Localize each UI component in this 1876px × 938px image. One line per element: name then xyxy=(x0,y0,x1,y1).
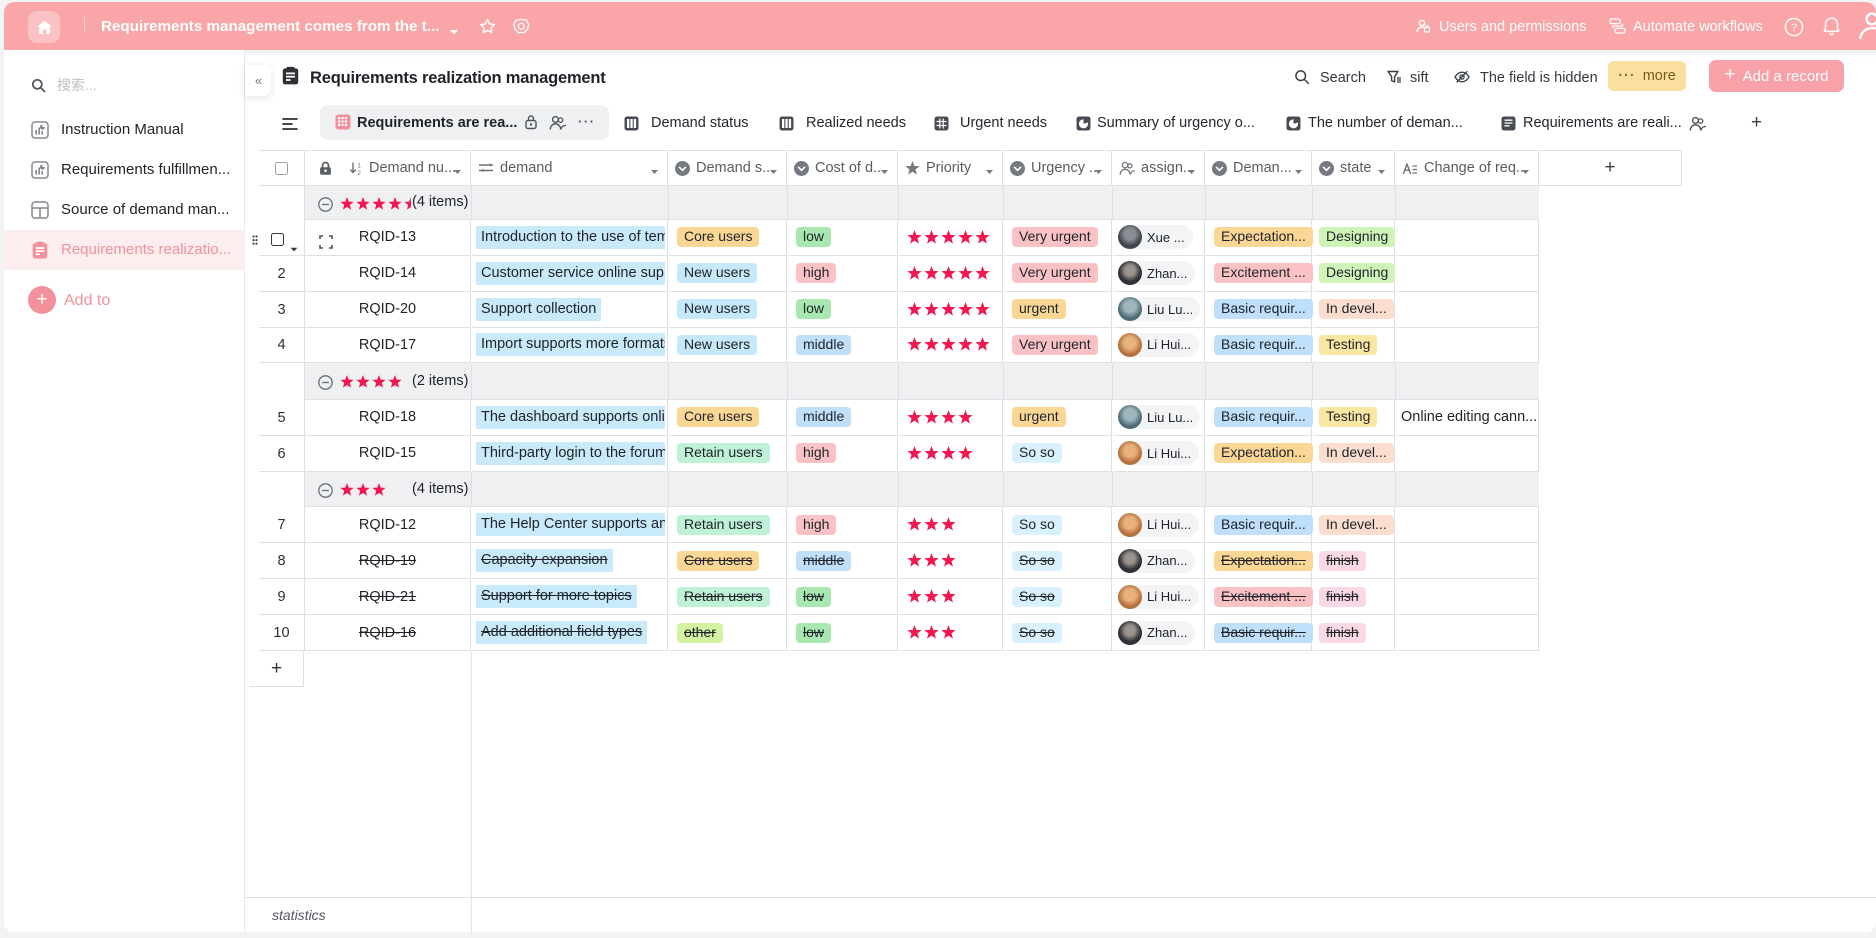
svg-text:2: 2 xyxy=(357,170,361,176)
svg-text:?: ? xyxy=(1791,22,1797,34)
svg-text:1: 1 xyxy=(357,162,361,169)
